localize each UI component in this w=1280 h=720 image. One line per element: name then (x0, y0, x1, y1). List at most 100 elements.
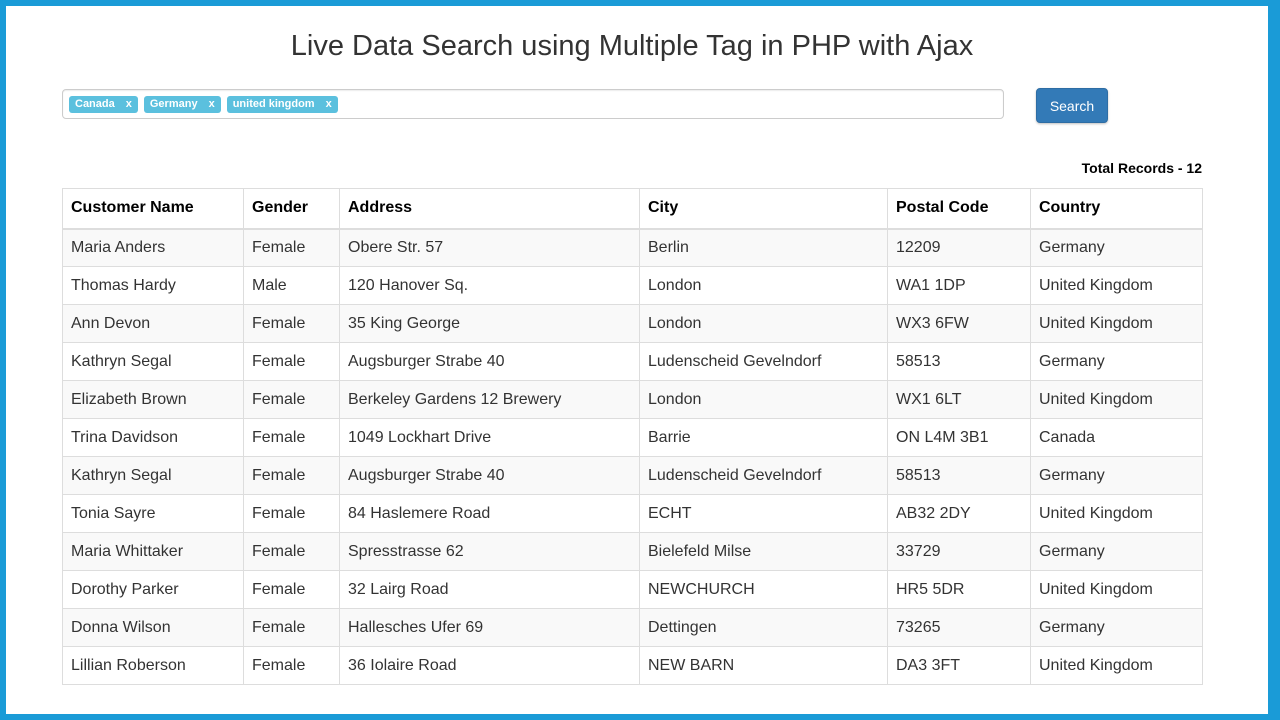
customer-table: Customer Name Gender Address City Postal… (62, 188, 1203, 685)
table-cell: Female (243, 608, 340, 647)
table-cell: 1049 Lockhart Drive (339, 418, 640, 457)
table-cell: Berlin (639, 228, 888, 267)
table-cell: Ludenscheid Gevelndorf (639, 456, 888, 495)
column-header: City (639, 188, 888, 230)
table-cell: Female (243, 570, 340, 609)
tag-text-field[interactable] (343, 93, 1003, 115)
table-cell: 33729 (887, 532, 1031, 571)
table-cell: Germany (1030, 608, 1203, 647)
table-cell: London (639, 304, 888, 343)
table-cell: Female (243, 456, 340, 495)
table-cell: Tonia Sayre (62, 494, 244, 533)
table-cell: 58513 (887, 456, 1031, 495)
table-cell: 36 Iolaire Road (339, 646, 640, 685)
column-header: Customer Name (62, 188, 244, 230)
table-cell: Bielefeld Milse (639, 532, 888, 571)
table-cell: 32 Lairg Road (339, 570, 640, 609)
table-cell: United Kingdom (1030, 570, 1203, 609)
table-cell: Berkeley Gardens 12 Brewery (339, 380, 640, 419)
table-cell: London (639, 380, 888, 419)
table-cell: Kathryn Segal (62, 456, 244, 495)
tag-chip: Canada x (69, 95, 138, 113)
tag-search-input[interactable]: Canada x Germany x united kingdom x (62, 89, 1004, 119)
table-cell: Female (243, 494, 340, 533)
table-cell: Female (243, 342, 340, 381)
table-cell: Thomas Hardy (62, 266, 244, 305)
table-cell: Germany (1030, 532, 1203, 571)
table-cell: United Kingdom (1030, 266, 1203, 305)
search-button[interactable]: Search (1036, 88, 1108, 123)
table-cell: Donna Wilson (62, 608, 244, 647)
table-row: Thomas Hardy Male 120 Hanover Sq. London WA1… (62, 266, 1203, 305)
table-cell: Ann Devon (62, 304, 244, 343)
table-cell: United Kingdom (1030, 494, 1203, 533)
table-cell: Female (243, 646, 340, 685)
column-header: Address (339, 188, 640, 230)
table-cell: United Kingdom (1030, 304, 1203, 343)
table-cell: WA1 1DP (887, 266, 1031, 305)
table-cell: Female (243, 532, 340, 571)
table-row: Elizabeth Brown Female Berkeley Gardens 12… (62, 380, 1203, 419)
table-cell: Trina Davidson (62, 418, 244, 457)
table-cell: Dettingen (639, 608, 888, 647)
column-header: Postal Code (887, 188, 1031, 230)
table-cell: Maria Anders (62, 228, 244, 267)
table-body: Maria Anders Female Obere Str. 57 Berlin 122… (62, 228, 1203, 685)
table-cell: Female (243, 418, 340, 457)
column-header: Country (1030, 188, 1203, 230)
table-cell: Female (243, 228, 340, 267)
table-cell: 58513 (887, 342, 1031, 381)
tag-remove-button[interactable]: x (326, 96, 332, 113)
table-cell: NEW BARN (639, 646, 888, 685)
total-records: Total Records - 12 (1081, 160, 1202, 176)
table-cell: WX3 6FW (887, 304, 1031, 343)
table-cell: Germany (1030, 342, 1203, 381)
table-cell: Germany (1030, 228, 1203, 267)
table-cell: Kathryn Segal (62, 342, 244, 381)
table-cell: Dorothy Parker (62, 570, 244, 609)
table-cell: Female (243, 380, 340, 419)
table-cell: Male (243, 266, 340, 305)
table-row: Ann Devon Female 35 King George London WX3 6… (62, 304, 1203, 343)
page-title: Live Data Search using Multiple Tag in P… (290, 30, 974, 62)
table-row: Trina Davidson Female 1049 Lockhart Drive B… (62, 418, 1203, 457)
table-row: Maria Anders Female Obere Str. 57 Berlin 122… (62, 228, 1203, 267)
page-container: Live Data Search using Multiple Tag in P… (6, 6, 1268, 714)
tag-remove-button[interactable]: x (209, 96, 215, 113)
table-cell: London (639, 266, 888, 305)
table-cell: 84 Haslemere Road (339, 494, 640, 533)
tag-label: Canada (75, 97, 115, 110)
table-cell: Hallesches Ufer 69 (339, 608, 640, 647)
tag-remove-button[interactable]: x (126, 96, 132, 113)
table-cell: Germany (1030, 456, 1203, 495)
table-cell: Lillian Roberson (62, 646, 244, 685)
table-cell: Obere Str. 57 (339, 228, 640, 267)
table-header-row: Customer Name Gender Address City Postal… (62, 188, 1203, 230)
table-row: Maria Whittaker Female Spresstrasse 62 Biel… (62, 532, 1203, 571)
table-cell: United Kingdom (1030, 380, 1203, 419)
tag-label: Germany (149, 97, 198, 110)
table-cell: DA3 3FT (887, 646, 1031, 685)
table-cell: WX1 6LT (887, 380, 1031, 419)
table-row: Kathryn Segal Female Augsburger Strabe 40 L… (62, 342, 1203, 381)
tag-chip: united kingdom x (226, 95, 338, 113)
table-row: Lillian Roberson Female 36 Iolaire Road NEW… (62, 646, 1203, 685)
table-cell: United Kingdom (1030, 646, 1203, 685)
table-cell: Maria Whittaker (62, 532, 244, 571)
table-row: Donna Wilson Female Hallesches Ufer 69 Dett… (62, 608, 1203, 647)
table-cell: Spresstrasse 62 (339, 532, 640, 571)
table-cell: HR5 5DR (887, 570, 1031, 609)
table-cell: ECHT (639, 494, 888, 533)
table-cell: Elizabeth Brown (62, 380, 244, 419)
table-cell: 12209 (887, 228, 1031, 267)
table-row: Tonia Sayre Female 84 Haslemere Road ECHT AB… (62, 494, 1203, 533)
table-row: Kathryn Segal Female Augsburger Strabe 40 L… (62, 456, 1203, 495)
table-row: Dorothy Parker Female 32 Lairg Road NEWCHUR… (62, 570, 1203, 609)
table-cell: AB32 2DY (887, 494, 1031, 533)
table-cell: Augsburger Strabe 40 (339, 456, 640, 495)
tag-label: united kingdom (232, 97, 315, 110)
table-cell: 73265 (887, 608, 1031, 647)
table-cell: 35 King George (339, 304, 640, 343)
table-cell: ON L4M 3B1 (887, 418, 1031, 457)
table-cell: Female (243, 304, 340, 343)
